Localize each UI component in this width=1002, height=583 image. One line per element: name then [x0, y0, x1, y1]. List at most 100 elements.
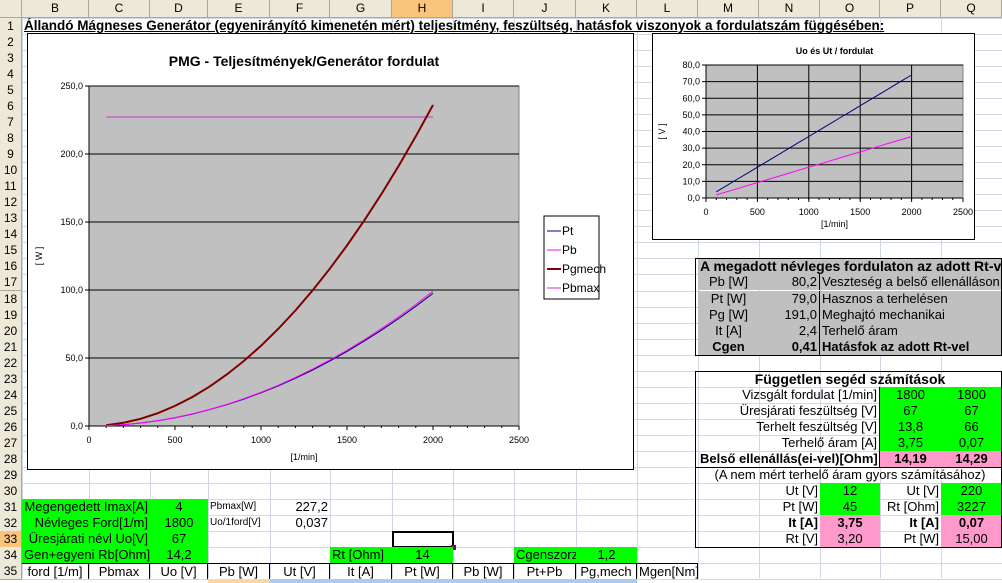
row-header-17[interactable]: 17	[0, 274, 22, 292]
row-header-6[interactable]: 6	[0, 98, 22, 116]
row-header-2[interactable]: 2	[0, 34, 22, 52]
column-header-P[interactable]: P	[880, 0, 941, 18]
idle-voltage-cell[interactable]: 67	[150, 530, 208, 547]
row-header-33[interactable]: 33	[0, 530, 22, 548]
column-header-D[interactable]: D	[150, 0, 208, 18]
table-header-cell[interactable]: Pb [W]	[453, 563, 514, 580]
quick-value-1[interactable]: 12	[820, 482, 880, 499]
column-header-E[interactable]: E	[208, 0, 270, 18]
nominal-rpm-cell[interactable]: 1800	[150, 514, 208, 531]
table-header-cell[interactable]: Pb [W]	[208, 563, 270, 580]
cgen-factor-cell[interactable]: 1,2	[576, 546, 637, 563]
row-header-23[interactable]: 23	[0, 370, 22, 388]
row-header-18[interactable]: 18	[0, 290, 22, 308]
aux-value-2[interactable]: 14,29	[941, 450, 1002, 467]
quick-value-1[interactable]: 45	[820, 498, 880, 515]
quick-label-1: Rt [V]	[785, 530, 818, 546]
column-header-B[interactable]: B	[22, 0, 89, 18]
aux-value-1[interactable]: 13,8	[880, 418, 941, 435]
column-header-H[interactable]: H	[392, 0, 453, 18]
row-header-31[interactable]: 31	[0, 498, 22, 516]
quick-value-2[interactable]: 3227	[941, 498, 1002, 515]
quick-value-2[interactable]: 220	[941, 482, 1002, 499]
power-chart[interactable]: 0,0 50,0 100,0 150,0 200,0 250,0 0 500 1000 1500 2…	[27, 33, 634, 470]
summary-value[interactable]: 80,2	[759, 274, 820, 291]
row-header-13[interactable]: 13	[0, 210, 22, 228]
column-header-M[interactable]: M	[698, 0, 759, 18]
aux-value-2[interactable]: 1800	[941, 386, 1002, 403]
row-header-28[interactable]: 28	[0, 450, 22, 468]
row-header-27[interactable]: 27	[0, 434, 22, 452]
row-header-11[interactable]: 11	[0, 178, 22, 196]
aux-value-1[interactable]: 14,19	[880, 450, 941, 467]
row-header-10[interactable]: 10	[0, 162, 22, 180]
column-header-F[interactable]: F	[270, 0, 330, 18]
aux-value-2[interactable]: 67	[941, 402, 1002, 419]
select-all-corner[interactable]	[0, 0, 22, 18]
quick-value-1[interactable]: 3,20	[820, 530, 880, 547]
row-header-21[interactable]: 21	[0, 338, 22, 356]
column-header-L[interactable]: L	[637, 0, 698, 18]
voltage-chart[interactable]: 0,0 10,0 20,0 30,0 40,0 50,0 60,0 70,0 80,0 0 500 1…	[652, 33, 975, 240]
rt-cell[interactable]: 14	[392, 546, 453, 563]
summary-value[interactable]: 191,0	[759, 306, 820, 323]
quick-value-1[interactable]: 3,75	[820, 514, 880, 531]
row-header-25[interactable]: 25	[0, 402, 22, 420]
table-header-cell[interactable]: Pbmax	[89, 563, 150, 580]
table-header-cell[interactable]: Pg,mech	[576, 563, 637, 580]
row-header-35[interactable]: 35	[0, 563, 22, 581]
row-header-29[interactable]: 29	[0, 466, 22, 484]
quick-value-2[interactable]: 0,07	[941, 514, 1002, 531]
row-header-9[interactable]: 9	[0, 146, 22, 164]
summary-value[interactable]: 79,0	[759, 290, 820, 307]
pbmax-cell[interactable]: 227,2	[270, 499, 330, 515]
aux-value-2[interactable]: 0,07	[941, 434, 1002, 451]
table-header-cell[interactable]: Uo [V]	[150, 563, 208, 580]
column-header-G[interactable]: G	[330, 0, 392, 18]
table-header-cell[interactable]: Pt+Pb	[514, 563, 576, 580]
row-header-22[interactable]: 22	[0, 354, 22, 372]
uo-per-rpm-cell[interactable]: 0,037	[270, 515, 330, 531]
row-header-20[interactable]: 20	[0, 322, 22, 340]
summary-value[interactable]: 2,4	[759, 322, 820, 339]
row-header-15[interactable]: 15	[0, 242, 22, 260]
row-header-3[interactable]: 3	[0, 50, 22, 68]
table-header-cell[interactable]: Mgen[Nm]	[637, 563, 698, 580]
row-header-4[interactable]: 4	[0, 66, 22, 84]
aux-value-1[interactable]: 3,75	[880, 434, 941, 451]
column-header-I[interactable]: I	[453, 0, 514, 18]
column-header-Q[interactable]: Q	[941, 0, 1002, 18]
row-header-14[interactable]: 14	[0, 226, 22, 244]
aux-value-1[interactable]: 67	[880, 402, 941, 419]
aux-value-1[interactable]: 1800	[880, 386, 941, 403]
row-header-5[interactable]: 5	[0, 82, 22, 100]
table-header-cell[interactable]: ford [1/m]	[22, 563, 89, 580]
row-header-30[interactable]: 30	[0, 482, 22, 500]
row-header-7[interactable]: 7	[0, 114, 22, 132]
internal-resistance-cell[interactable]: 14,2	[150, 546, 208, 563]
table-header-cell[interactable]: Ut [V]	[270, 563, 330, 580]
row-header-26[interactable]: 26	[0, 418, 22, 436]
row-header-19[interactable]: 19	[0, 306, 22, 324]
table-header-cell[interactable]: It [A]	[330, 563, 392, 580]
row-header-1[interactable]: 1	[0, 18, 22, 36]
row-header-34[interactable]: 34	[0, 546, 22, 564]
row-header-12[interactable]: 12	[0, 194, 22, 212]
aux-value-2[interactable]: 66	[941, 418, 1002, 435]
column-header-O[interactable]: O	[820, 0, 880, 18]
column-header-C[interactable]: C	[89, 0, 150, 18]
table-header-cell[interactable]: Pt [W]	[392, 563, 453, 580]
row-header-8[interactable]: 8	[0, 130, 22, 148]
quick-value-2[interactable]: 15,00	[941, 530, 1002, 547]
row-header-24[interactable]: 24	[0, 386, 22, 404]
y-tick-label: 20,0	[682, 160, 700, 170]
column-header-J[interactable]: J	[514, 0, 576, 18]
selected-cell-h33[interactable]	[392, 530, 456, 550]
column-header-N[interactable]: N	[759, 0, 820, 18]
row-header-32[interactable]: 32	[0, 514, 22, 532]
imax-cell[interactable]: 4	[150, 498, 208, 515]
row-header-16[interactable]: 16	[0, 258, 22, 276]
column-header-K[interactable]: K	[576, 0, 637, 18]
legend[interactable]: Pt Pb Pgmech Pbmax	[543, 215, 606, 300]
summary-value[interactable]: 0,41	[759, 338, 820, 355]
